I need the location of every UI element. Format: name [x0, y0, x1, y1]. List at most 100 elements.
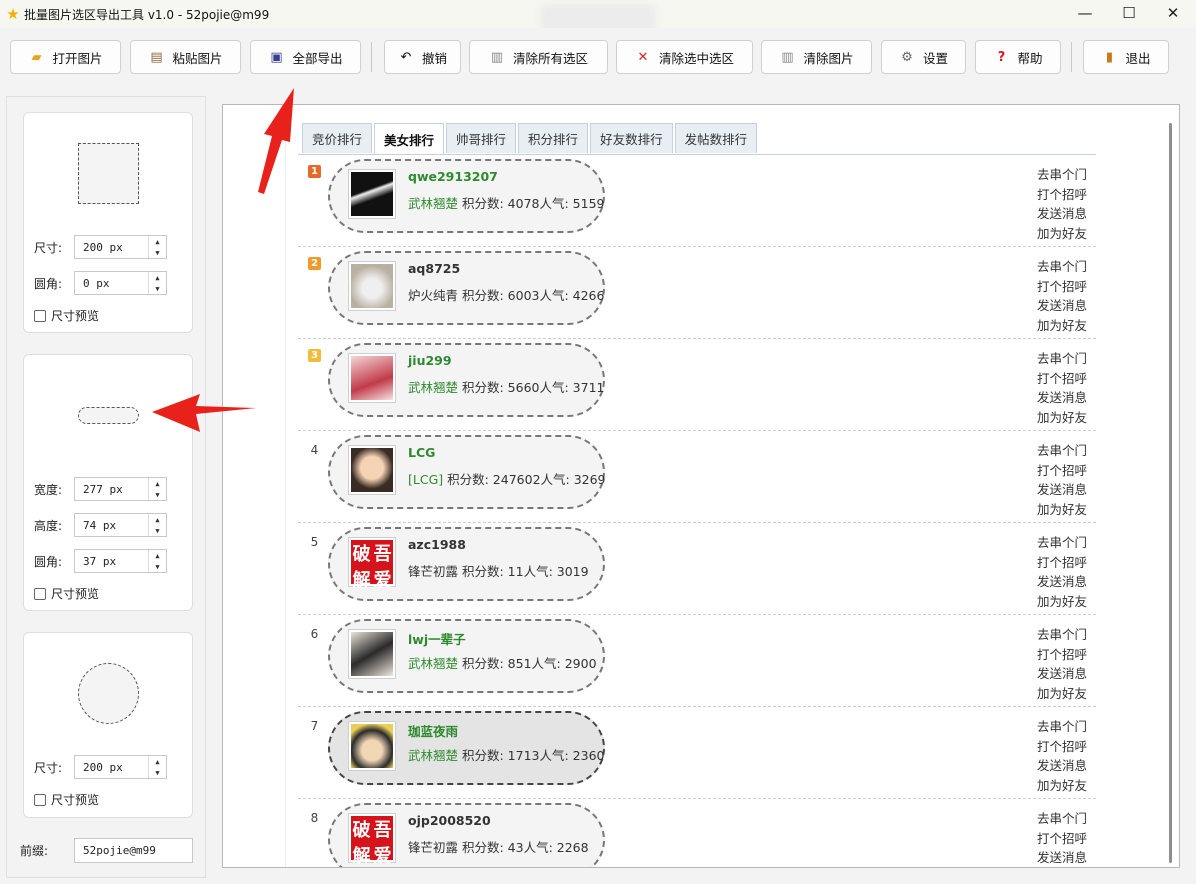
maximize-button[interactable]: ☐ — [1106, 0, 1152, 26]
checkbox-icon[interactable] — [34, 309, 46, 322]
prefix-input[interactable]: 52pojie@m99 — [74, 838, 194, 863]
square-size-spinner[interactable]: 200 px ▲ ▼ — [74, 235, 167, 259]
username[interactable]: LCG — [408, 445, 435, 460]
username[interactable]: azc1988 — [408, 537, 466, 552]
user-action-link[interactable]: 打个招呼 — [1037, 737, 1097, 757]
user-action-link[interactable]: 打个招呼 — [1037, 553, 1097, 573]
square-preview-checkbox[interactable]: 尺寸预览 — [34, 307, 99, 324]
user-action-link[interactable]: 发送消息 — [1037, 572, 1097, 592]
username[interactable]: 珈蓝夜雨 — [408, 721, 458, 740]
user-action-link[interactable]: 加为好友 — [1037, 592, 1097, 612]
export-all-button[interactable]: ▣ 全部导出 — [250, 40, 361, 74]
spinner-arrows-icon[interactable]: ▲ ▼ — [148, 272, 166, 294]
user-action-link[interactable]: 发送消息 — [1037, 204, 1097, 224]
rect-selection-card[interactable]: 宽度: 277 px ▲ ▼ 高度: 74 px ▲ ▼ 圆角: 37 px ▲ ▼ 尺寸预览 — [23, 354, 193, 611]
user-action-link[interactable]: 加为好友 — [1037, 868, 1097, 869]
circle-shape-preview[interactable] — [78, 663, 139, 724]
user-action-link[interactable]: 发送消息 — [1037, 480, 1097, 500]
username[interactable]: lwj一辈子 — [408, 629, 466, 648]
user-action-link[interactable]: 加为好友 — [1037, 500, 1097, 520]
user-action-link[interactable]: 打个招呼 — [1037, 461, 1097, 481]
username[interactable]: qwe2913207 — [408, 169, 498, 184]
open-image-button[interactable]: ▰ 打开图片 — [10, 40, 121, 74]
user-action-link[interactable]: 去串个门 — [1037, 533, 1097, 553]
user-action-link[interactable]: 发送消息 — [1037, 388, 1097, 408]
checkbox-icon[interactable] — [34, 587, 46, 600]
circle-size-spinner[interactable]: 200 px ▲ ▼ — [74, 755, 167, 779]
user-action-link[interactable]: 加为好友 — [1037, 224, 1097, 244]
rect-width-spinner[interactable]: 277 px ▲ ▼ — [74, 477, 167, 501]
square-radius-spinner[interactable]: 0 px ▲ ▼ — [74, 271, 167, 295]
selection-region[interactable]: jiu299 武林翘楚 积分数: 5660人气: 3711 — [328, 343, 605, 417]
tab-handsome-ranking[interactable]: 帅哥排行 — [446, 123, 517, 153]
tab-bid-ranking[interactable]: 竞价排行 — [302, 123, 373, 153]
tab-posts-ranking[interactable]: 发帖数排行 — [674, 123, 758, 153]
selection-region[interactable]: 破吾解爱 azc1988 锋芒初露 积分数: 11人气: 3019 — [328, 527, 605, 601]
user-action-link[interactable]: 打个招呼 — [1037, 829, 1097, 849]
user-action-link[interactable]: 去串个门 — [1037, 441, 1097, 461]
user-action-link[interactable]: 加为好友 — [1037, 408, 1097, 428]
loaded-image[interactable]: 竞价排行 美女排行 帅哥排行 积分排行 好友数排行 发帖数排行 1 qwe2913… — [285, 107, 1103, 867]
selection-region[interactable]: qwe2913207 武林翘楚 积分数: 4078人气: 5159 — [328, 159, 605, 233]
user-action-link[interactable]: 发送消息 — [1037, 296, 1097, 316]
spinner-arrows-icon[interactable]: ▲ ▼ — [148, 756, 166, 778]
user-action-link[interactable]: 打个招呼 — [1037, 645, 1097, 665]
minimize-button[interactable]: — — [1062, 0, 1108, 26]
user-action-link[interactable]: 去串个门 — [1037, 165, 1097, 185]
selection-region[interactable]: lwj一辈子 武林翘楚 积分数: 851人气: 2900 — [328, 619, 605, 693]
user-action-link[interactable]: 打个招呼 — [1037, 185, 1097, 205]
avatar-image — [351, 356, 393, 400]
user-action-link[interactable]: 去串个门 — [1037, 717, 1097, 737]
settings-button[interactable]: ⚙ 设置 — [881, 40, 966, 74]
user-action-link[interactable]: 加为好友 — [1037, 684, 1097, 704]
rect-height-row: 高度: 74 px ▲ ▼ — [34, 513, 167, 537]
user-action-link[interactable]: 打个招呼 — [1037, 277, 1097, 297]
selection-region[interactable]: 破吾解爱 ojp2008520 锋芒初露 积分数: 43人气: 2268 — [328, 803, 605, 867]
rect-radius-spinner[interactable]: 37 px ▲ ▼ — [74, 549, 167, 573]
undo-icon: ↶ — [400, 49, 412, 65]
tab-friends-ranking[interactable]: 好友数排行 — [590, 123, 673, 153]
user-stats-text: 炉火纯青 积分数: 6003人气: 4266 — [408, 288, 605, 303]
spinner-arrows-icon[interactable]: ▲ ▼ — [148, 236, 166, 258]
clear-image-button[interactable]: ▥ 清除图片 — [761, 40, 872, 74]
user-action-link[interactable]: 去串个门 — [1037, 625, 1097, 645]
rounded-rect-shape-preview[interactable] — [78, 407, 139, 424]
username[interactable]: ojp2008520 — [408, 813, 491, 828]
username[interactable]: jiu299 — [408, 353, 452, 368]
selection-region[interactable]: aq8725 炉火纯青 积分数: 6003人气: 4266 — [328, 251, 605, 325]
username[interactable]: aq8725 — [408, 261, 460, 276]
rect-preview-checkbox[interactable]: 尺寸预览 — [34, 585, 99, 602]
clear-all-selections-button[interactable]: ▥ 清除所有选区 — [469, 40, 608, 74]
user-action-link[interactable]: 去串个门 — [1037, 349, 1097, 369]
user-action-link[interactable]: 发送消息 — [1037, 848, 1097, 867]
help-button[interactable]: ? 帮助 — [975, 40, 1061, 74]
spinner-arrows-icon[interactable]: ▲ ▼ — [148, 550, 166, 572]
tab-points-ranking[interactable]: 积分排行 — [518, 123, 589, 153]
square-selection-card[interactable]: 尺寸: 200 px ▲ ▼ 圆角: 0 px ▲ ▼ 尺寸预览 — [23, 112, 193, 333]
square-shape-preview[interactable] — [78, 143, 139, 204]
clear-selected-selection-button[interactable]: ✕ 清除选中选区 — [616, 40, 753, 74]
undo-button[interactable]: ↶ 撤销 — [384, 40, 461, 74]
close-button[interactable]: ✕ — [1150, 0, 1196, 26]
tab-beauty-ranking[interactable]: 美女排行 — [374, 123, 445, 155]
spinner-arrows-icon[interactable]: ▲ ▼ — [148, 514, 166, 536]
user-action-link[interactable]: 发送消息 — [1037, 664, 1097, 684]
exit-button[interactable]: ▮ 退出 — [1083, 40, 1169, 74]
vertical-scrollbar[interactable] — [1169, 123, 1172, 863]
circle-preview-checkbox[interactable]: 尺寸预览 — [34, 791, 99, 808]
image-canvas[interactable]: 竞价排行 美女排行 帅哥排行 积分排行 好友数排行 发帖数排行 1 qwe2913… — [222, 104, 1180, 868]
user-action-link[interactable]: 去串个门 — [1037, 809, 1097, 829]
circle-selection-card[interactable]: 尺寸: 200 px ▲ ▼ 尺寸预览 — [23, 632, 193, 818]
user-action-link[interactable]: 加为好友 — [1037, 316, 1097, 336]
rect-height-spinner[interactable]: 74 px ▲ ▼ — [74, 513, 167, 537]
clipboard-icon: ▤ — [150, 49, 163, 65]
user-action-link[interactable]: 发送消息 — [1037, 756, 1097, 776]
selection-region[interactable]: 珈蓝夜雨 武林翘楚 积分数: 1713人气: 2360 — [328, 711, 605, 785]
paste-image-button[interactable]: ▤ 粘贴图片 — [130, 40, 241, 74]
user-action-link[interactable]: 去串个门 — [1037, 257, 1097, 277]
selection-region[interactable]: LCG [LCG] 积分数: 247602人气: 3269 — [328, 435, 606, 509]
spinner-arrows-icon[interactable]: ▲ ▼ — [148, 478, 166, 500]
user-action-link[interactable]: 加为好友 — [1037, 776, 1097, 796]
user-action-link[interactable]: 打个招呼 — [1037, 369, 1097, 389]
checkbox-icon[interactable] — [34, 793, 46, 806]
